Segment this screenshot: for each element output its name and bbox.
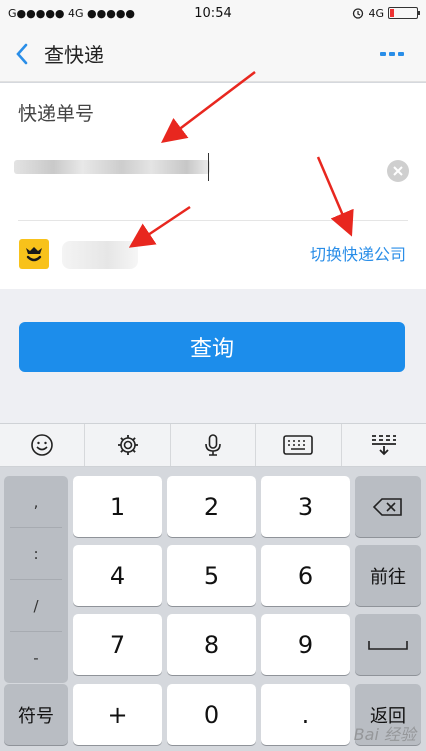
annotation-arrows (128, 71, 354, 248)
arrow-switch-courier (316, 156, 354, 237)
arrow-tracking-number (161, 71, 256, 144)
arrow-courier-company (128, 205, 191, 248)
